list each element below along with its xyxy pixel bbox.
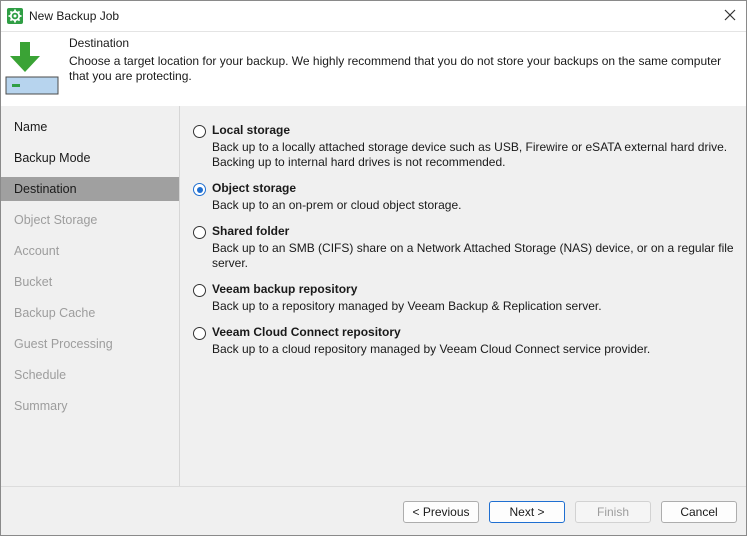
- option-title: Local storage: [212, 123, 291, 137]
- wizard-steps-sidebar: Name Backup Mode Destination Object Stor…: [1, 106, 180, 486]
- previous-button[interactable]: < Previous: [403, 501, 479, 523]
- option-description: Back up to an SMB (CIFS) share on a Netw…: [212, 241, 734, 270]
- close-icon: [724, 9, 736, 21]
- option-title: Veeam Cloud Connect repository: [212, 325, 401, 339]
- page-title: Destination: [69, 36, 130, 50]
- step-bucket: Bucket: [14, 275, 53, 289]
- step-backup-mode[interactable]: Backup Mode: [1, 146, 179, 170]
- window-title: New Backup Job: [29, 9, 120, 23]
- shared-folder-radio[interactable]: [193, 226, 206, 239]
- option-description: Back up to a locally attached storage de…: [212, 140, 728, 169]
- wizard-header: Destination Choose a target location for…: [1, 32, 746, 106]
- destination-options: Local storage Back up to a locally attac…: [180, 106, 746, 486]
- wizard-footer: < Previous Next > Finish Cancel: [1, 486, 746, 535]
- option-description: Back up to a repository managed by Veeam…: [212, 299, 602, 313]
- step-name[interactable]: Name: [1, 115, 179, 139]
- veeam-backup-repository-radio[interactable]: [193, 284, 206, 297]
- option-title: Veeam backup repository: [212, 282, 358, 296]
- veeam-cloud-connect-radio[interactable]: [193, 327, 206, 340]
- option-description: Back up to an on-prem or cloud object st…: [212, 198, 462, 212]
- download-drive-icon: [5, 38, 59, 96]
- local-storage-radio[interactable]: [193, 125, 206, 138]
- step-summary: Summary: [14, 399, 68, 413]
- cancel-button[interactable]: Cancel: [661, 501, 737, 523]
- step-backup-cache: Backup Cache: [14, 306, 96, 320]
- new-backup-job-window: New Backup Job Destination Choose a targ…: [0, 0, 747, 536]
- option-title: Shared folder: [212, 224, 290, 238]
- option-title: Object storage: [212, 181, 297, 195]
- option-description: Back up to a cloud repository managed by…: [212, 342, 651, 356]
- page-description: Choose a target location for your backup…: [69, 54, 722, 83]
- step-account: Account: [14, 244, 60, 258]
- step-guest-processing: Guest Processing: [14, 337, 113, 351]
- finish-button: Finish: [575, 501, 651, 523]
- object-storage-radio[interactable]: [193, 183, 206, 196]
- title-bar: New Backup Job: [1, 1, 746, 32]
- next-button[interactable]: Next >: [489, 501, 565, 523]
- step-destination[interactable]: Destination: [1, 177, 179, 201]
- app-gear-icon: [7, 8, 23, 24]
- step-object-storage: Object Storage: [14, 213, 98, 227]
- close-window-button[interactable]: [718, 3, 742, 27]
- step-schedule: Schedule: [14, 368, 67, 382]
